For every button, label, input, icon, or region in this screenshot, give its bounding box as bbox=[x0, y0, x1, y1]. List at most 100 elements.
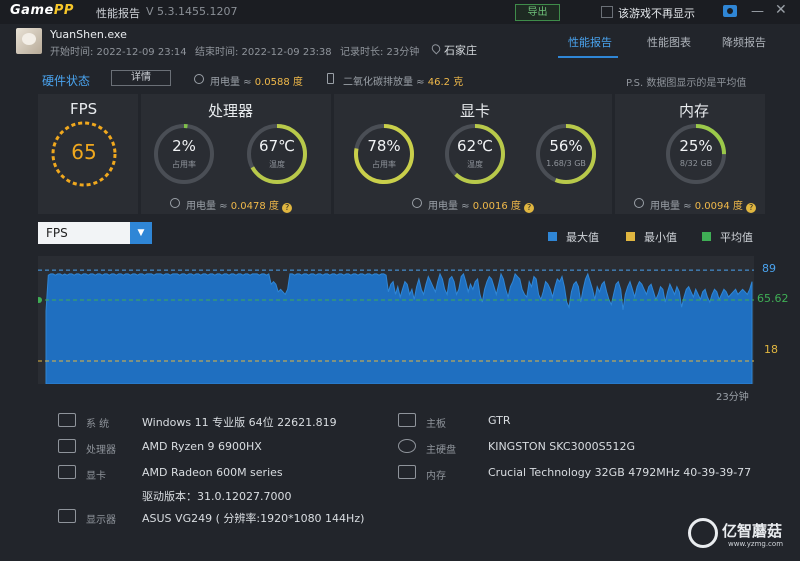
gpu-temp-ring: 62℃ 温度 bbox=[443, 122, 507, 186]
app-logo: GamePP bbox=[10, 3, 74, 18]
cpu-temp-ring: 67℃ 温度 bbox=[245, 122, 309, 186]
fps-chart[interactable] bbox=[36, 256, 754, 385]
legend-max-swatch bbox=[548, 232, 557, 241]
tab-performance-report[interactable]: 性能报告 bbox=[568, 34, 612, 50]
help-icon[interactable]: ? bbox=[746, 203, 757, 213]
gpu-title: 显卡 bbox=[460, 102, 491, 120]
gamepp-window: GamePP 性能报告 V 5.3.1455.1207 导出 该游戏不再显示 —… bbox=[0, 0, 800, 561]
os-key: 系 统 bbox=[86, 419, 110, 430]
details-button[interactable]: 详情 bbox=[111, 70, 171, 86]
gpu-value: AMD Radeon 600M series bbox=[142, 466, 283, 479]
cpu-key: 处理器 bbox=[86, 445, 116, 456]
start-time: 开始时间: 2022-12-09 23:14 bbox=[50, 47, 187, 58]
cpu-power: 用电量 ≈ 0.0478 度 ? bbox=[186, 197, 293, 213]
motherboard-key: 主板 bbox=[426, 419, 446, 430]
game-avatar bbox=[16, 28, 42, 54]
ram-usage-label: 8/32 GB bbox=[679, 159, 713, 168]
process-name: YuanShen.exe bbox=[50, 28, 127, 41]
camera-icon[interactable] bbox=[723, 5, 737, 17]
co2-emission: 二氧化碳排放量 ≈ 46.2 克 bbox=[343, 77, 464, 88]
motherboard-icon bbox=[398, 413, 416, 427]
disk-value: KINGSTON SKC3000S512G bbox=[488, 440, 636, 453]
record-duration: 记录时长: 23分钟 bbox=[340, 47, 420, 58]
cpu-usage-value: 2% bbox=[172, 137, 196, 155]
legend-min-swatch bbox=[626, 232, 635, 241]
location-label: 石家庄 bbox=[444, 44, 477, 57]
gpu-memory-label: 1.68/3 GB bbox=[546, 159, 586, 168]
fps-series-area bbox=[45, 272, 753, 385]
hide-game-label[interactable]: 该游戏不再显示 bbox=[618, 5, 695, 21]
watermark-url: www.yzmg.com bbox=[728, 540, 784, 548]
fps-value: 65 bbox=[71, 140, 97, 164]
tab-performance-chart[interactable]: 性能图表 bbox=[647, 34, 691, 50]
legend-avg: 平均值 bbox=[720, 231, 753, 244]
monitor-key: 显示器 bbox=[86, 515, 116, 526]
cpu-icon bbox=[58, 439, 76, 453]
ram-power-icon bbox=[634, 198, 644, 208]
ram-value: Crucial Technology 32GB 4792MHz 40-39-39… bbox=[488, 466, 752, 479]
os-value: Windows 11 专业版 64位 22621.819 bbox=[142, 416, 337, 429]
hide-game-checkbox[interactable] bbox=[601, 6, 613, 18]
min-value-label: 18 bbox=[764, 343, 778, 356]
minimize-button[interactable]: — bbox=[751, 4, 764, 19]
gpu-usage-label: 占用率 bbox=[372, 160, 396, 169]
disk-icon bbox=[398, 439, 416, 453]
hardware-status-label: 硬件状态 bbox=[42, 74, 91, 88]
disk-key: 主硬盘 bbox=[426, 445, 456, 456]
location-pin-icon bbox=[429, 42, 443, 55]
ram-usage-ring: 25% 8/32 GB bbox=[664, 122, 728, 186]
ram-key: 内存 bbox=[426, 471, 446, 482]
cpu-title: 处理器 bbox=[208, 102, 254, 120]
monitor-icon bbox=[58, 509, 76, 523]
legend-avg-swatch bbox=[702, 232, 711, 241]
motherboard-value: GTR bbox=[488, 414, 511, 427]
ram-title: 内存 bbox=[679, 102, 710, 120]
help-icon[interactable]: ? bbox=[282, 203, 293, 213]
gpu-key: 显卡 bbox=[86, 471, 106, 482]
active-tab-indicator bbox=[558, 56, 618, 58]
average-note: P.S. 数据图显示的是平均值 bbox=[626, 78, 747, 89]
co2-icon bbox=[327, 73, 334, 84]
max-value-label: 89 bbox=[762, 262, 776, 275]
driver-version: 驱动版本：31.0.12027.7000 bbox=[142, 490, 292, 503]
close-button[interactable]: ✕ bbox=[775, 2, 787, 18]
fps-dial: 65 bbox=[50, 120, 118, 188]
gpu-memory-ring: 56% 1.68/3 GB bbox=[534, 122, 598, 186]
avg-marker bbox=[36, 297, 42, 303]
windows-icon bbox=[58, 413, 76, 427]
avg-value-label: 65.62 bbox=[757, 292, 789, 305]
gpu-power-icon bbox=[412, 198, 422, 208]
watermark-logo bbox=[688, 518, 718, 548]
gpu-power: 用电量 ≈ 0.0016 度 ? bbox=[428, 197, 535, 213]
gpu-memory-value: 56% bbox=[549, 137, 583, 155]
gpu-usage-value: 78% bbox=[367, 137, 401, 155]
tab-throttle-report[interactable]: 降频报告 bbox=[722, 34, 766, 50]
ram-icon bbox=[398, 465, 416, 479]
ram-usage-value: 25% bbox=[679, 137, 713, 155]
total-power: 用电量 ≈ 0.0588 度 bbox=[210, 77, 303, 88]
gpu-temp-label: 温度 bbox=[467, 160, 483, 169]
version-label: V 5.3.1455.1207 bbox=[146, 5, 238, 18]
export-button[interactable]: 导出 bbox=[515, 4, 560, 21]
power-icon bbox=[194, 74, 204, 84]
gpu-icon bbox=[58, 465, 76, 479]
cpu-usage-label: 占用率 bbox=[172, 160, 196, 169]
chart-duration-label: 23分钟 bbox=[716, 392, 749, 403]
gpu-temp-value: 62℃ bbox=[457, 137, 493, 155]
legend-min: 最小值 bbox=[644, 231, 677, 244]
monitor-value: ASUS VG249 ( 分辨率:1920*1080 144Hz) bbox=[142, 512, 365, 525]
window-title: 性能报告 bbox=[96, 7, 140, 20]
cpu-power-icon bbox=[170, 198, 180, 208]
watermark-text: 亿智蘑菇 bbox=[722, 522, 783, 540]
chevron-down-icon[interactable]: ▼ bbox=[130, 222, 152, 244]
cpu-temp-value: 67℃ bbox=[259, 137, 295, 155]
cpu-temp-label: 温度 bbox=[269, 160, 285, 169]
cpu-usage-ring: 2% 占用率 bbox=[152, 122, 216, 186]
help-icon[interactable]: ? bbox=[524, 203, 535, 213]
ram-power: 用电量 ≈ 0.0094 度 ? bbox=[650, 197, 757, 213]
legend-max: 最大值 bbox=[566, 231, 599, 244]
cpu-value: AMD Ryzen 9 6900HX bbox=[142, 440, 262, 453]
gpu-usage-ring: 78% 占用率 bbox=[352, 122, 416, 186]
fps-title: FPS bbox=[70, 100, 98, 118]
end-time: 结束时间: 2022-12-09 23:38 bbox=[195, 47, 332, 58]
